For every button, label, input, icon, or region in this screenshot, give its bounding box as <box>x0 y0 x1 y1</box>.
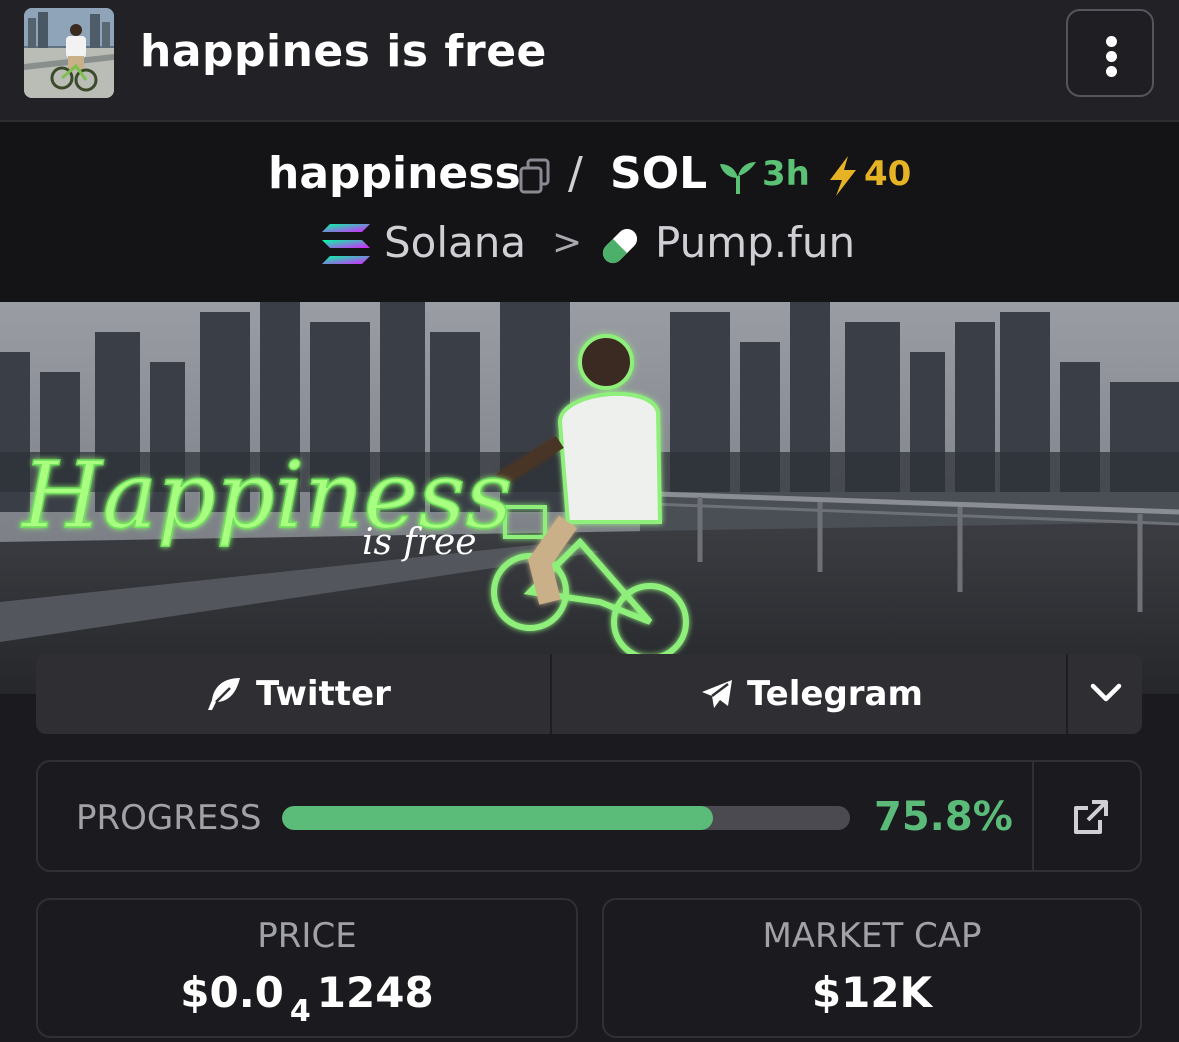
feather-icon <box>208 678 240 710</box>
external-link-icon[interactable] <box>1070 798 1110 838</box>
progress-value: 75.8% <box>874 794 1013 840</box>
quote-token-name: SOL <box>610 148 708 199</box>
price-value: $0.0 4 1248 <box>180 968 434 1029</box>
telegram-button[interactable]: Telegram <box>552 654 1066 734</box>
pill-icon <box>602 228 638 264</box>
market-cap-card: MARKET CAP $12K <box>602 898 1142 1038</box>
token-avatar[interactable] <box>24 8 114 98</box>
progress-bar <box>282 806 850 830</box>
dex-link[interactable]: Pump.fun <box>655 218 855 267</box>
price-card: PRICE $0.0 4 1248 <box>36 898 578 1038</box>
token-banner: Happiness is free <box>0 302 1179 694</box>
pair-age: 3h <box>762 154 810 194</box>
more-menu-button[interactable] <box>1066 9 1154 97</box>
base-token-name: happiness <box>268 148 521 199</box>
banner-tagline: is free <box>362 522 477 563</box>
top-bar: happines is free <box>0 0 1179 122</box>
telegram-icon <box>702 680 732 708</box>
twitter-label: Twitter <box>256 674 391 714</box>
more-socials-button[interactable] <box>1068 654 1142 734</box>
bonding-progress: PROGRESS 75.8% <box>36 760 1142 872</box>
pair-header <box>0 122 1179 302</box>
lightning-icon <box>830 156 856 196</box>
market-cap-value: $12K <box>811 968 933 1017</box>
pair-separator: / <box>568 148 583 199</box>
progress-bar-fill <box>282 806 713 830</box>
price-zero-count: 4 <box>289 994 311 1029</box>
chevron-down-icon <box>1090 683 1122 702</box>
chain-link[interactable]: Solana <box>384 218 526 267</box>
social-links-bar: Twitter Telegram <box>36 654 1142 734</box>
price-label: PRICE <box>257 916 357 956</box>
seedling-icon <box>720 162 756 194</box>
solana-icon <box>322 224 370 264</box>
copy-icon[interactable] <box>518 158 552 194</box>
boost-count: 40 <box>864 154 912 194</box>
progress-label: PROGRESS <box>76 798 262 838</box>
kebab-menu-icon <box>1106 36 1117 47</box>
market-cap-label: MARKET CAP <box>762 916 982 956</box>
telegram-label: Telegram <box>747 674 923 714</box>
breadcrumb-separator: > <box>552 222 583 263</box>
twitter-button[interactable]: Twitter <box>36 654 550 734</box>
page-title: happines is free <box>140 26 547 77</box>
